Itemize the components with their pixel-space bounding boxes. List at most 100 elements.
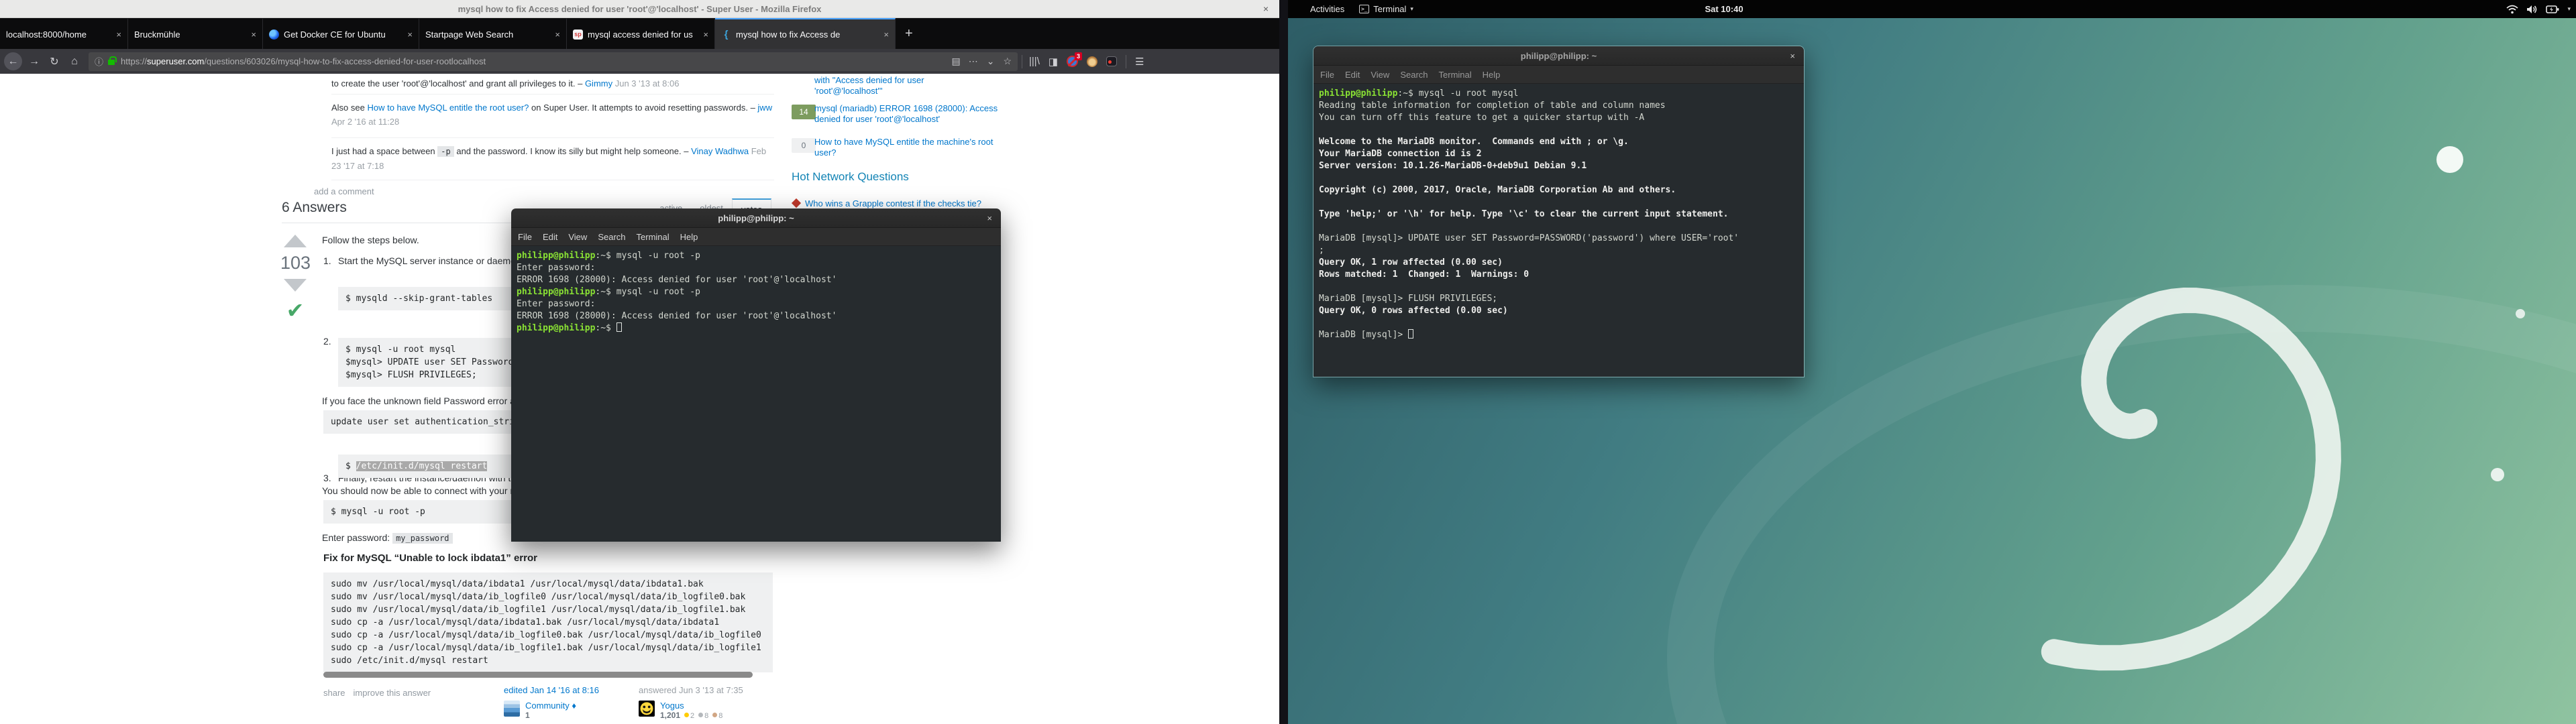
https-lock-icon[interactable] (108, 60, 115, 65)
window-titlebar[interactable]: mysql how to fix Access denied for user … (0, 0, 1279, 18)
tab-close-icon[interactable]: × (116, 29, 121, 40)
gnome-top-bar: Activities >_ Terminal ▾ Sat 10:40 ▾ (1288, 0, 2576, 18)
improve-link[interactable]: improve this answer (354, 688, 431, 698)
monitor-left: mysql how to fix Access denied for user … (0, 0, 1288, 724)
comment: I just had a space between -p and the pa… (331, 144, 774, 173)
library-icon[interactable]: |||\ (1029, 56, 1040, 67)
close-icon[interactable]: × (1263, 0, 1269, 18)
add-comment-link[interactable]: add a comment (314, 186, 374, 196)
url-bar[interactable]: ⓘ https://superuser.com/questions/603026… (89, 52, 1018, 71)
avatar[interactable] (639, 701, 655, 717)
system-menu-chevron-icon[interactable]: ▾ (2567, 5, 2571, 13)
related-question-link[interactable]: mysql (mariadb) ERROR 1698 (28000): Acce… (814, 103, 1001, 125)
terminal-menu-file[interactable]: File (518, 232, 532, 242)
terminal-menu-search[interactable]: Search (598, 232, 625, 242)
terminal-menu-terminal[interactable]: Terminal (1439, 70, 1472, 80)
terminal-line (1319, 124, 1799, 136)
comment-user-link[interactable]: Vinay Wadhwa (691, 146, 749, 156)
share-link[interactable]: share (323, 688, 345, 698)
close-icon[interactable]: × (987, 208, 992, 228)
inline-code: my_password (392, 533, 452, 544)
browser-tab[interactable]: spmysql access denied for us× (567, 18, 715, 49)
browser-tab[interactable]: { mysql how to fix Access de × (715, 18, 896, 49)
tab-close-icon[interactable]: × (883, 29, 889, 40)
floating-terminal-window[interactable]: philipp@philipp: ~ × File Edit View Search T… (511, 208, 1001, 542)
reader-mode-icon[interactable]: ▤ (951, 56, 959, 67)
terminal-cursor (1408, 329, 1413, 339)
wallpaper-dot (2516, 309, 2525, 318)
terminal-menu-view[interactable]: View (568, 232, 587, 242)
tab-title: mysql how to fix Access de (736, 29, 878, 40)
terminal-output[interactable]: philipp@philipp:~$ mysql -u root -pEnter… (511, 246, 1001, 542)
terminal-menu-help[interactable]: Help (1483, 70, 1501, 80)
wallpaper-dot (2436, 146, 2463, 173)
community-user-link[interactable]: Community ♦ (525, 701, 576, 711)
greasemonkey-icon[interactable] (1087, 56, 1097, 67)
page-actions-icon[interactable]: ⋯ (969, 56, 978, 67)
browser-tab[interactable]: Startpage Web Search× (419, 18, 567, 49)
screenshot-icon[interactable] (1106, 56, 1117, 66)
url-text[interactable]: https://superuser.com/questions/603026/m… (121, 56, 951, 66)
sidebar-toggle-icon[interactable]: ◨ (1049, 56, 1058, 68)
close-icon[interactable]: × (1790, 46, 1795, 66)
terminal-line: Copyright (c) 2000, 2017, Oracle, MariaD… (1319, 184, 1799, 196)
terminal-output[interactable]: philipp@philipp:~$ mysql -u root mysqlRe… (1313, 84, 1804, 377)
edited-link[interactable]: edited Jan 14 '16 at 8:16 (504, 685, 618, 695)
upvote-button[interactable] (284, 235, 307, 247)
terminal-titlebar[interactable]: philipp@philipp: ~ × (511, 208, 1001, 228)
focused-app-menu[interactable]: >_ Terminal ▾ (1352, 0, 1421, 18)
tab-close-icon[interactable]: × (251, 29, 256, 40)
comment: to create the user 'root'@'localhost' an… (331, 76, 774, 90)
related-question-link[interactable]: How to have MySQL entitle the machine's … (814, 137, 1001, 158)
clock[interactable]: Sat 10:40 (1670, 4, 1778, 14)
comment-user-link[interactable]: jww (757, 103, 772, 113)
hot-question-item[interactable]: Who wins a Grapple contest if the checks… (793, 198, 1001, 209)
forward-icon[interactable]: → (24, 52, 44, 71)
terminal-menu-edit[interactable]: Edit (543, 232, 557, 242)
reload-icon[interactable]: ↻ (44, 52, 64, 71)
vote-count: 103 (280, 253, 310, 274)
hamburger-menu-icon[interactable]: ☰ (1135, 56, 1144, 68)
activities-button[interactable]: Activities (1303, 0, 1352, 18)
terminal-menu-edit[interactable]: Edit (1345, 70, 1360, 80)
terminal-line: Query OK, 0 rows affected (0.00 sec) (1319, 305, 1799, 317)
tab-title: Bruckmühle (134, 29, 246, 40)
su-favicon-icon: { (721, 29, 731, 40)
code-line: sudo mv /usr/local/mysql/data/ibdata1 /u… (331, 578, 765, 591)
downvote-button[interactable] (284, 279, 307, 292)
answers-heading: 6 Answers (282, 200, 347, 216)
terminal-app-icon: >_ (1359, 5, 1369, 13)
home-icon[interactable]: ⌂ (64, 52, 85, 71)
comment-user-link[interactable]: Gimmy (585, 78, 612, 88)
terminal-line: MariaDB [mysql]> FLUSH PRIVILEGES; (1319, 293, 1799, 305)
tab-close-icon[interactable]: × (555, 29, 560, 40)
pocket-icon[interactable]: ⌄ (987, 56, 995, 67)
comment-question-link[interactable]: How to have MySQL entitle the root user? (367, 103, 529, 113)
bookmark-star-icon[interactable]: ☆ (1003, 56, 1012, 67)
answered-signature: answered Jun 3 '13 at 7:35 Yogus 1,20128… (639, 685, 773, 720)
terminal-menu-view[interactable]: View (1371, 70, 1389, 80)
browser-tab[interactable]: Bruckmühle × (128, 18, 263, 49)
desktop-terminal-window[interactable]: philipp@philipp: ~ × File Edit View Search T… (1313, 46, 1805, 377)
terminal-line: Query OK, 1 row affected (0.00 sec) (1319, 257, 1799, 269)
page-info-icon[interactable]: ⓘ (95, 55, 103, 68)
terminal-menu-terminal[interactable]: Terminal (637, 232, 669, 242)
tab-close-icon[interactable]: × (703, 29, 708, 40)
terminal-titlebar[interactable]: philipp@philipp: ~ × (1313, 46, 1804, 66)
url-scheme: https:// (121, 56, 147, 66)
author-link[interactable]: Yogus (660, 701, 722, 711)
terminal-menu-file[interactable]: File (1320, 70, 1334, 80)
new-tab-button[interactable]: + (896, 18, 922, 49)
terminal-menu-search[interactable]: Search (1400, 70, 1428, 80)
accepted-check-icon: ✔ (280, 300, 310, 321)
back-icon[interactable]: ← (4, 52, 22, 70)
horizontal-scrollbar[interactable] (323, 672, 753, 678)
terminal-menu-help[interactable]: Help (680, 232, 698, 242)
related-question-link[interactable]: with "Access denied for user'root'@'loca… (814, 75, 1001, 97)
browser-tab[interactable]: Get Docker CE for Ubuntu× (263, 18, 419, 49)
avatar[interactable] (504, 701, 520, 717)
tab-close-icon[interactable]: × (407, 29, 413, 40)
adblock-icon[interactable]: 3 (1067, 56, 1078, 67)
browser-tab[interactable]: localhost:8000/home× (0, 18, 128, 49)
chevron-down-icon: ▾ (1410, 5, 1413, 13)
